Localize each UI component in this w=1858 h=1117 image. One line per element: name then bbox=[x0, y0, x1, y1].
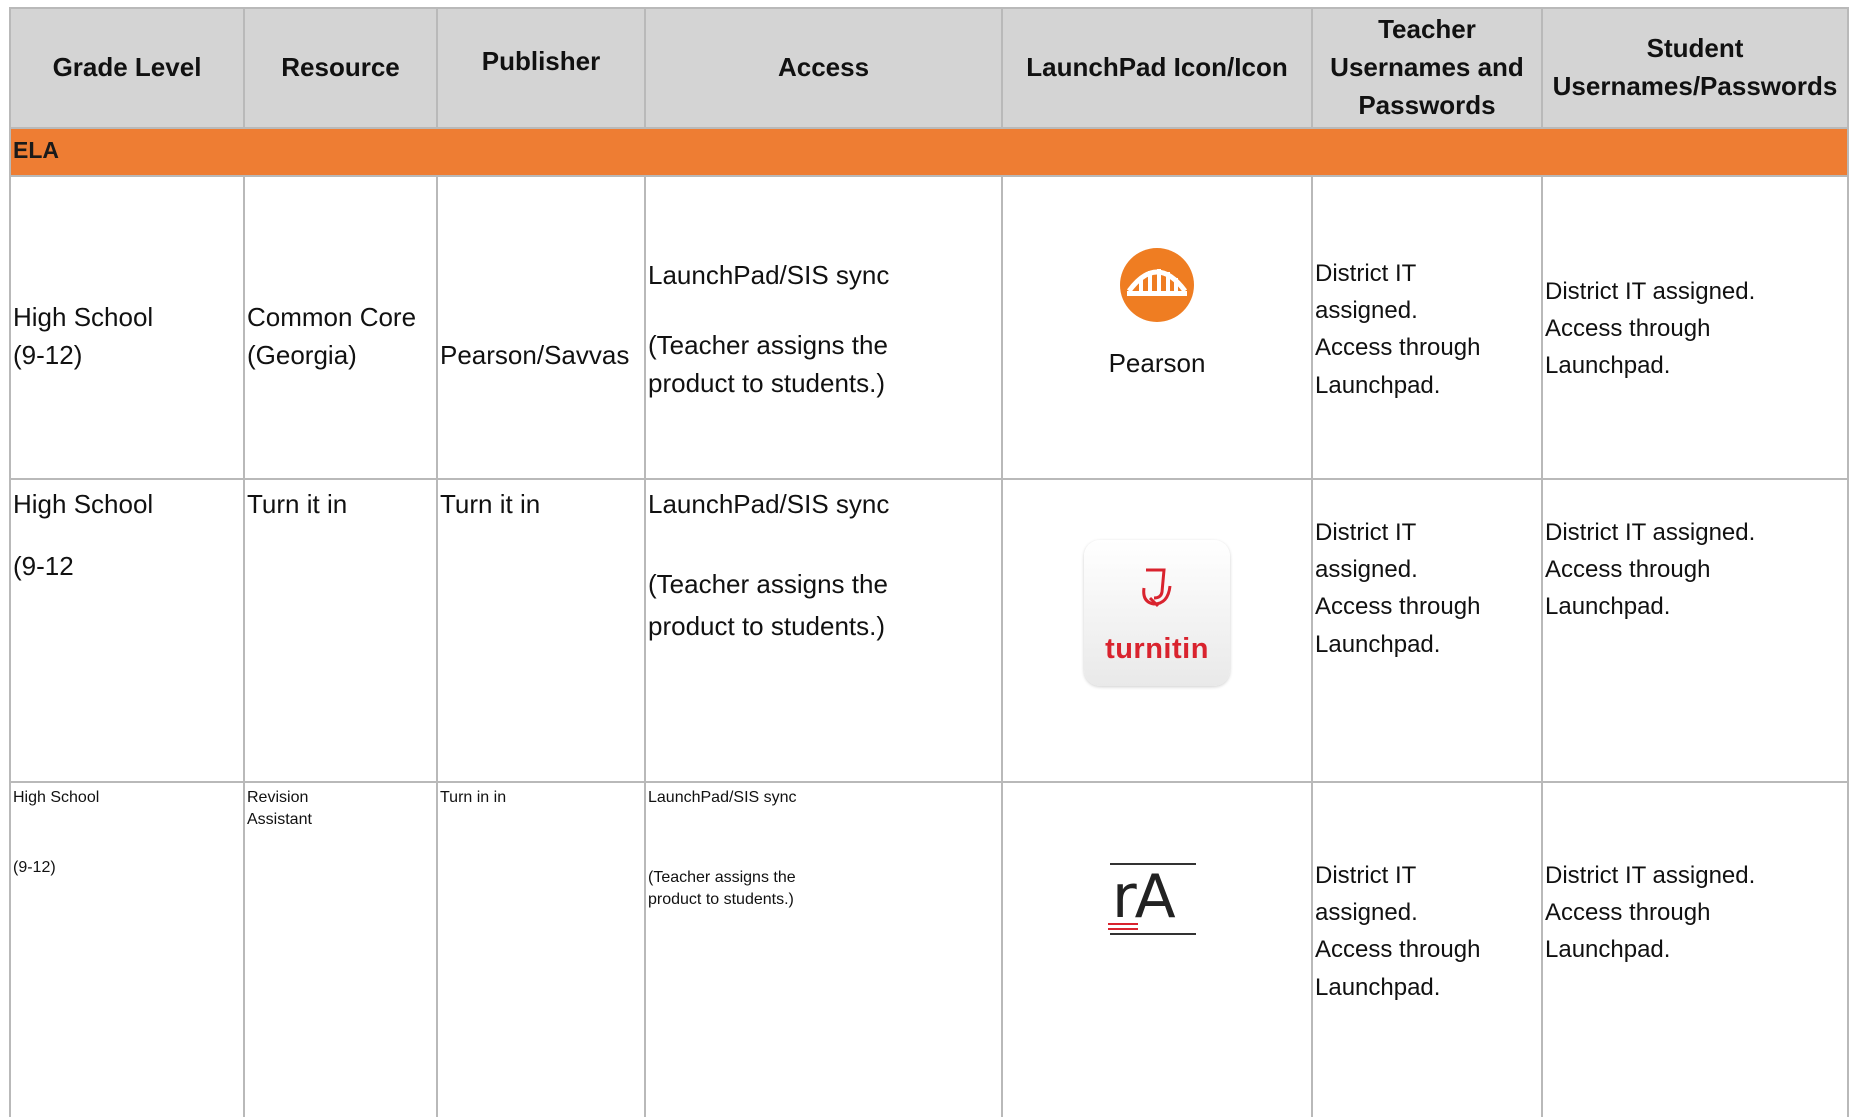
cell-student-credentials: District IT assigned. Access through Lau… bbox=[1543, 783, 1849, 1117]
cell-publisher: Turn in in bbox=[438, 783, 646, 1117]
section-row-ela: ELA bbox=[9, 129, 1849, 177]
cell-teacher-credentials: District IT assigned. Access through Lau… bbox=[1313, 480, 1543, 781]
table-row: High School (9-12 Turn it in Turn it in … bbox=[9, 480, 1849, 783]
cell-resource: Turn it in bbox=[245, 480, 438, 781]
revision-assistant-icon: rA bbox=[1108, 861, 1198, 941]
cell-access: LaunchPad/SIS sync (Teacher assigns the … bbox=[646, 783, 1003, 1117]
header-student-credentials: Student Usernames/Passwords bbox=[1543, 9, 1849, 127]
header-grade-level: Grade Level bbox=[9, 9, 245, 127]
cell-grade-level: High School (9-12) bbox=[9, 783, 245, 1117]
pearson-icon bbox=[1120, 248, 1194, 322]
cell-grade-level: High School (9-12) bbox=[9, 177, 245, 478]
cell-access: LaunchPad/SIS sync (Teacher assigns the … bbox=[646, 480, 1003, 781]
turnitin-wordmark: turnitin bbox=[1105, 633, 1209, 665]
cell-teacher-credentials: District IT assigned. Access through Lau… bbox=[1313, 177, 1543, 478]
cell-launchpad-icon: rA bbox=[1003, 783, 1313, 1117]
cell-teacher-credentials: District IT assigned. Access through Lau… bbox=[1313, 783, 1543, 1117]
header-resource: Resource bbox=[245, 9, 438, 127]
header-launchpad-icon: LaunchPad Icon/Icon bbox=[1003, 9, 1313, 127]
table-row: High School (9-12) Revision Assistant Tu… bbox=[9, 783, 1849, 1117]
header-access: Access bbox=[646, 9, 1003, 127]
cell-access: LaunchPad/SIS sync (Teacher assigns the … bbox=[646, 177, 1003, 478]
cell-launchpad-icon: Pearson bbox=[1003, 177, 1313, 478]
table-header-row: Grade Level Resource Publisher Access La… bbox=[9, 7, 1849, 129]
section-label: ELA bbox=[13, 137, 59, 163]
turnitin-glyph-icon bbox=[1142, 568, 1172, 608]
cell-student-credentials: District IT assigned. Access through Lau… bbox=[1543, 177, 1849, 478]
pearson-caption: Pearson bbox=[1108, 348, 1206, 378]
cell-student-credentials: District IT assigned. Access through Lau… bbox=[1543, 480, 1849, 781]
cell-publisher: Pearson/Savvas bbox=[438, 177, 646, 478]
turnitin-icon: turnitin bbox=[1084, 540, 1230, 686]
cell-publisher: Turn it in bbox=[438, 480, 646, 781]
header-publisher: Publisher bbox=[438, 9, 646, 127]
cell-launchpad-icon: turnitin bbox=[1003, 480, 1313, 781]
header-teacher-credentials: Teacher Usernames and Passwords bbox=[1313, 9, 1543, 127]
table-row: High School (9-12) Common Core (Georgia)… bbox=[9, 177, 1849, 480]
cell-resource: Common Core (Georgia) bbox=[245, 177, 438, 478]
cell-grade-level: High School (9-12 bbox=[9, 480, 245, 781]
cell-resource: Revision Assistant bbox=[245, 783, 438, 1117]
